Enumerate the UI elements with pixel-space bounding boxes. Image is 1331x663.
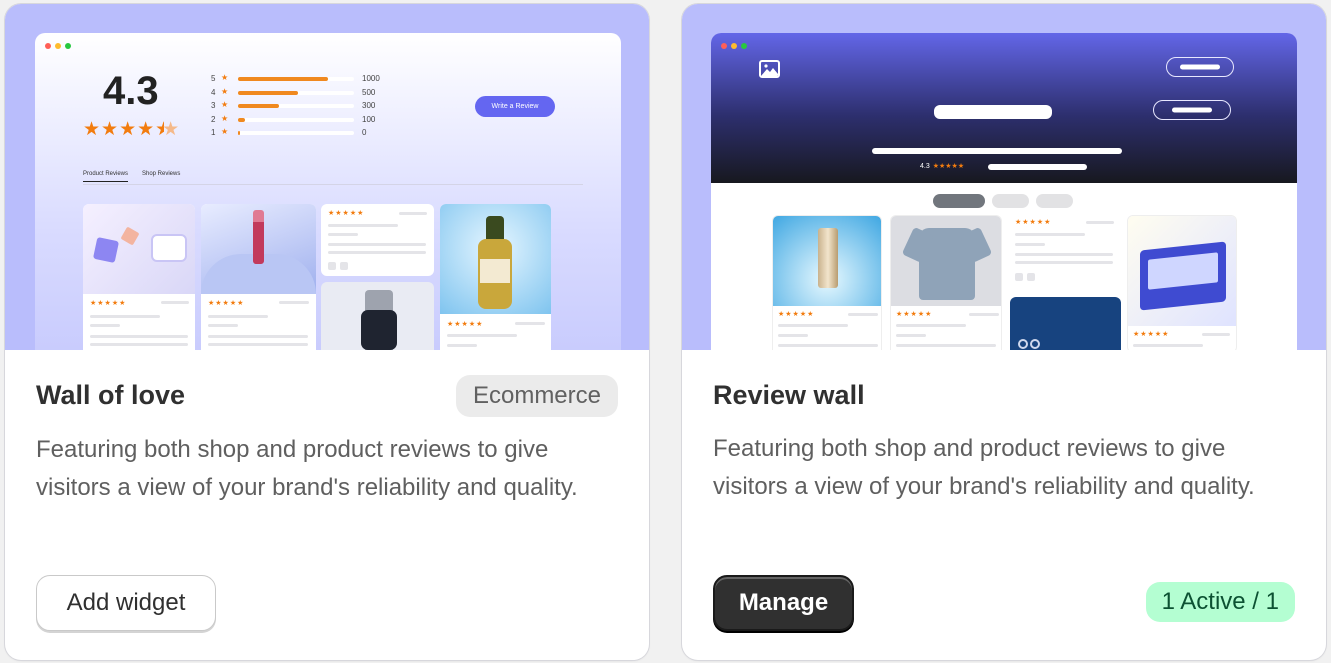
card-title: Wall of love [36,380,186,410]
star-icon: ★ [221,86,229,96]
window-dots [45,43,71,49]
star-icon: ★ [221,113,229,123]
widget-card-review-wall: 4.3 ★★★★★ ★★★★★ ★★★★★ ★★★★★ ★★★★★ Review… [682,4,1326,660]
tab-shop-reviews: Shop Reviews [142,171,181,177]
rating-bar-stars: 1 [211,128,216,137]
rating-bar-fill [238,104,279,108]
card-description: Featuring both shop and product reviews … [36,436,578,501]
image-icon [759,60,780,78]
review-stars: ★★★★★ [447,321,484,328]
card-body: Wall of love Ecommerce Featuring both sh… [5,350,649,660]
add-widget-button[interactable]: Add widget [36,575,216,631]
category-badge: Ecommerce [455,375,618,417]
review-stars: ★★★★★ [896,311,933,318]
rating-bar-fill [238,117,245,122]
rating-bar-fill [238,131,241,135]
rating-bar-fill [238,90,299,95]
rating-bar-count: 1000 [362,74,380,83]
rating-bar-count: 500 [362,87,376,97]
star-icon: ★ [221,127,229,136]
review-card: ★★★★★ [201,204,316,350]
rating-bar-track [238,131,354,135]
review-tabs: Product Reviews Shop Reviews [83,169,583,185]
star-icon: ★ [221,73,229,82]
widget-preview-image: 4.3 ★★★★★★ 5 ★ 1000 4 ★ 500 3 ★ 300 2 ★ 100 1 ★ 0 Writ… [5,4,649,350]
rating-bar-row: 2 ★ 100 [211,114,411,128]
rating-bar-row: 1 ★ 0 [211,127,411,141]
active-status-badge: 1 Active / 1 [1145,582,1295,622]
rating-bar-stars: 2 [211,114,216,124]
review-stars: ★★★★★ [1133,331,1170,338]
hero-banner: 4.3 ★★★★★ [711,33,1297,183]
review-card [321,282,434,350]
tab-product-reviews: Product Reviews [83,171,129,182]
review-stars: ★★★★★ [208,300,245,307]
rating-bar-stars: 4 [211,87,216,97]
rating-bar-row: 3 ★ 300 [211,100,411,114]
rating-bar-count: 100 [362,114,376,124]
review-card: ★★★★★ [772,215,882,350]
star-icon: ★ [221,100,229,109]
rating-stars: ★★★★★★ [83,119,181,140]
hero-rating: 4.3 ★★★★★ [920,162,965,171]
review-card: ★★★★★ [1127,215,1237,350]
card-title: Review wall [713,380,865,410]
rating-bar-stars: 3 [211,101,216,110]
rating-bar-count: 0 [362,128,367,137]
rating-bar-track [238,117,354,122]
window-dots [721,43,747,49]
card-description: Featuring both shop and product reviews … [713,435,1255,500]
hero-stars: ★★★★★ [932,163,965,170]
review-card: ★★★★★ [83,204,195,350]
widget-preview-image: 4.3 ★★★★★ ★★★★★ ★★★★★ ★★★★★ ★★★★★ [682,4,1326,350]
preview-browser-window: 4.3 ★★★★★ ★★★★★ ★★★★★ ★★★★★ ★★★★★ [711,33,1297,350]
review-card: ★★★★★ [1010,215,1121,293]
review-card [1010,297,1121,350]
preview-browser-window: 4.3 ★★★★★★ 5 ★ 1000 4 ★ 500 3 ★ 300 2 ★ 100 1 ★ 0 Writ… [35,33,621,350]
rating-bar-track [238,77,354,81]
rating-distribution: 5 ★ 1000 4 ★ 500 3 ★ 300 2 ★ 100 1 ★ 0 [211,73,411,141]
rating-bar-stars: 5 [211,74,216,83]
widget-card-wall-of-love: 4.3 ★★★★★★ 5 ★ 1000 4 ★ 500 3 ★ 300 2 ★ 100 1 ★ 0 Writ… [5,4,649,660]
rating-bar-row: 4 ★ 500 [211,87,411,101]
rating-bar-count: 300 [362,101,376,110]
review-card: ★★★★★ [440,204,551,350]
average-rating: 4.3 [103,69,159,113]
rating-bar-row: 5 ★ 1000 [211,73,411,87]
filter-pill [933,194,985,208]
review-stars: ★★★★★ [1015,219,1052,226]
review-stars: ★★★★★ [90,300,127,307]
card-body: Review wall Featuring both shop and prod… [682,350,1326,660]
rating-bar-fill [238,77,329,81]
rating-bar-track [238,90,354,95]
filter-pill [992,194,1029,208]
filter-pill [1036,194,1073,208]
rating-bar-track [238,104,354,108]
review-stars: ★★★★★ [778,311,815,318]
review-stars: ★★★★★ [328,210,365,217]
review-card: ★★★★★ [321,204,434,276]
write-review-button: Write a Review [475,96,555,117]
review-card: ★★★★★ [890,215,1002,350]
manage-button[interactable]: Manage [713,575,854,631]
